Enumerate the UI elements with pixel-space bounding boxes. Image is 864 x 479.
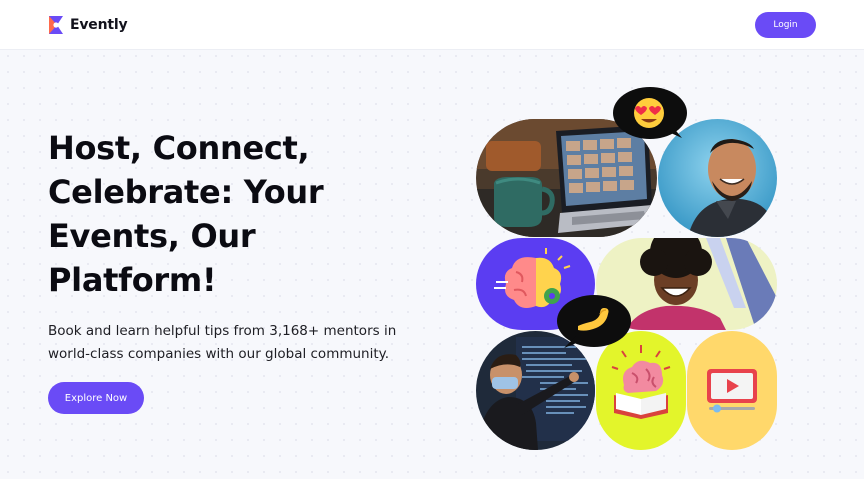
brand-name: Evently <box>70 17 128 33</box>
heart-eyes-emoji-icon <box>612 86 688 142</box>
hero-subtitle: Book and learn helpful tips from 3,168+ … <box>48 323 397 362</box>
video-player-illustration <box>687 331 777 450</box>
evently-logo-icon <box>49 16 63 34</box>
login-button[interactable]: Login <box>755 12 816 38</box>
flexed-arm-emoji-icon <box>556 294 632 350</box>
brand-logo[interactable]: Evently <box>48 15 128 35</box>
hero-title: Host, Connect, Celebrate: Your Events, O… <box>48 129 324 299</box>
explore-now-button[interactable]: Explore Now <box>48 382 144 414</box>
top-navbar: Evently Login <box>0 0 864 50</box>
